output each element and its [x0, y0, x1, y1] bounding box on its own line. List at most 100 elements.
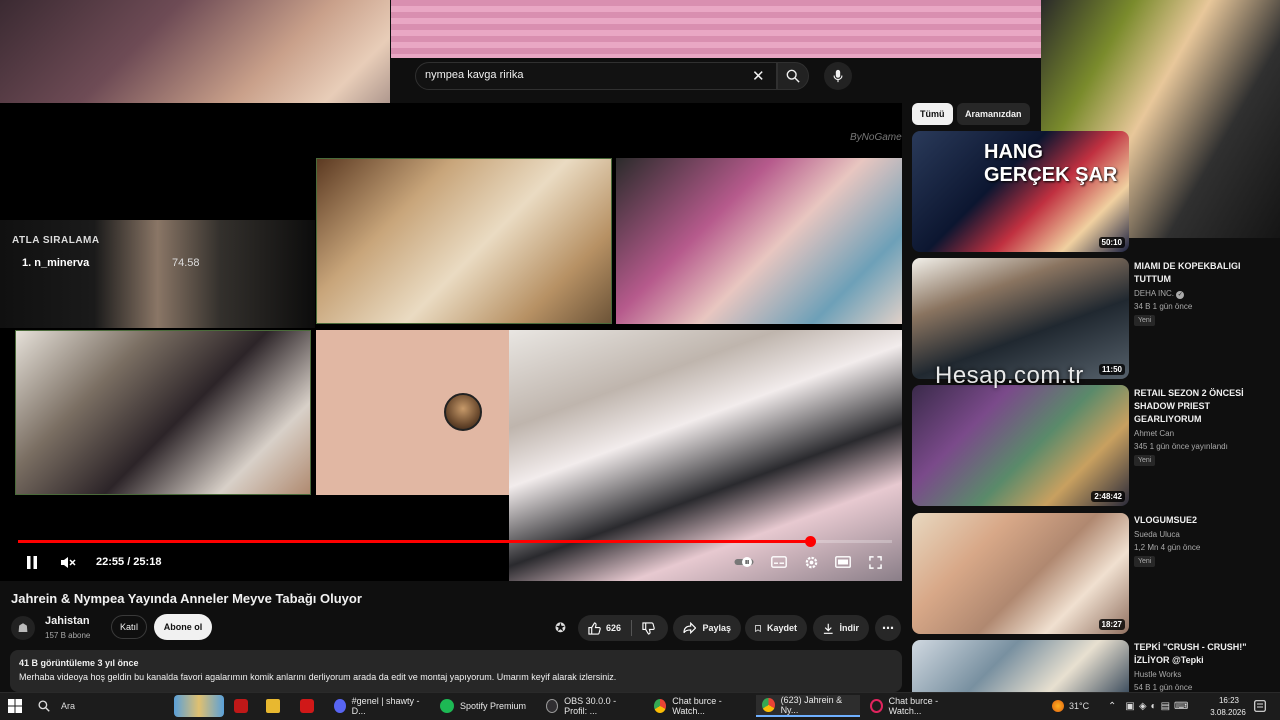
- channel-name[interactable]: Jahistan: [45, 615, 90, 627]
- share-label: Paylaş: [702, 623, 731, 633]
- chrome-icon: [762, 698, 775, 712]
- taskbar-app-discord[interactable]: #genel | shawty - D...: [328, 695, 428, 717]
- recommended-thumbnail[interactable]: 18:27: [912, 513, 1129, 634]
- description-box[interactable]: [10, 650, 902, 692]
- download-label: İndir: [839, 623, 860, 633]
- progress-scrubber[interactable]: [805, 536, 816, 547]
- pause-button[interactable]: [18, 551, 46, 573]
- weather-widget[interactable]: 31°C: [1052, 695, 1089, 717]
- discord-icon: [334, 699, 346, 713]
- media-app[interactable]: [300, 695, 314, 717]
- start-button[interactable]: [8, 695, 22, 717]
- clock-time[interactable]: 16:23: [1207, 696, 1251, 705]
- video-title: Jahrein & Nympea Yayında Anneler Meyve T…: [11, 591, 362, 606]
- recommended-thumbnail[interactable]: 11:50: [912, 258, 1129, 379]
- theater-mode-button[interactable]: [829, 551, 857, 573]
- clock-date[interactable]: 3.08.2026: [1203, 708, 1253, 717]
- recommended-meta: 1,2 Mn 4 gün önce: [1134, 543, 1201, 552]
- video-tile-3: [616, 158, 902, 324]
- recommended-thumbnail[interactable]: [912, 640, 1129, 692]
- download-button[interactable]: İndir: [813, 615, 869, 641]
- verified-icon: ✓: [1176, 291, 1185, 299]
- participant-avatar: [444, 393, 482, 431]
- obs-icon: [546, 699, 559, 713]
- search-button[interactable]: [777, 62, 809, 90]
- subscribe-button[interactable]: Abone ol: [154, 614, 212, 640]
- autoplay-toggle[interactable]: [730, 551, 758, 573]
- overlay-banner: [391, 0, 1041, 58]
- new-badge: Yeni: [1134, 556, 1156, 567]
- autoplay-icon: [734, 557, 754, 567]
- volume-muted-icon: [61, 556, 76, 568]
- recommended-meta: 54 B 1 gün önce: [1134, 683, 1193, 692]
- chip-from-search[interactable]: Aramanızdan: [957, 103, 1030, 125]
- notification-icon: [1254, 700, 1266, 712]
- system-tray[interactable]: ⌃ ▣◈◐▤⌨: [1108, 695, 1192, 717]
- mute-button[interactable]: [54, 551, 82, 573]
- chip-all[interactable]: Tümü: [912, 103, 953, 125]
- folder-icon: [266, 699, 280, 713]
- recommended-meta: 34 B 1 gün önce: [1134, 302, 1193, 311]
- recommended-title[interactable]: RETAIL SEZON 2 ÖNCESİ SHADOW PRIEST GEAR…: [1134, 387, 1269, 426]
- recommended-thumbnail[interactable]: HANG GERÇEK ŞAR 50:10: [912, 131, 1129, 252]
- taskbar-app-chrome-1[interactable]: Chat burce - Watch...: [648, 695, 752, 717]
- like-dislike-group: 626: [578, 615, 668, 641]
- recommended-channel: Hustle Works: [1134, 670, 1182, 679]
- recommended-thumbnail[interactable]: 2:48:42: [912, 385, 1129, 506]
- channel-avatar[interactable]: ☗: [11, 616, 35, 640]
- taskbar-app-label: OBS 30.0.0 - Profil: ...: [564, 696, 617, 716]
- notifications-button[interactable]: [1254, 695, 1266, 717]
- subtitles-button[interactable]: [765, 551, 793, 573]
- widget-button[interactable]: [174, 695, 224, 717]
- description-text: Merhaba videoya hoş geldin bu kanalda fa…: [19, 672, 617, 682]
- thumbs-down-icon: [642, 621, 655, 635]
- taskbar-search[interactable]: Ara: [38, 695, 75, 717]
- taskbar-app-opera[interactable]: Chat burce - Watch...: [864, 695, 968, 717]
- tray-icons: ▣◈◐▤⌨: [1125, 700, 1193, 712]
- fullscreen-button[interactable]: [861, 551, 889, 573]
- fullscreen-icon: [868, 555, 882, 569]
- save-label: Kaydet: [766, 623, 797, 633]
- search-input[interactable]: nympea kavga ririka: [425, 69, 523, 81]
- settings-button[interactable]: [797, 551, 825, 573]
- rank-entry: 1. n_minerva: [22, 257, 90, 269]
- search-icon: [786, 69, 800, 83]
- taskbar-app-chrome-2[interactable]: (623) Jahrein & Ny...: [756, 695, 860, 717]
- share-button[interactable]: Paylaş: [673, 615, 741, 641]
- share-icon: [683, 622, 697, 634]
- save-button[interactable]: Kaydet: [745, 615, 807, 641]
- recommended-channel: Sueda Uluca: [1134, 530, 1180, 539]
- taskbar-app-obs[interactable]: OBS 30.0.0 - Profil: ...: [540, 695, 644, 717]
- recommended-title[interactable]: TEPKİ "CRUSH - CRUSH!" İZLİYOR @Tepki: [1134, 641, 1269, 667]
- progress-bar-fill: [18, 540, 810, 543]
- microphone-icon: [833, 69, 843, 83]
- video-duration: 50:10: [1098, 237, 1125, 248]
- more-icon: ⋯: [882, 621, 894, 635]
- clear-search-icon[interactable]: ✕: [752, 67, 765, 85]
- recommended-title[interactable]: VLOGUMSUE2: [1134, 514, 1269, 527]
- dislike-button[interactable]: [642, 621, 655, 635]
- acrobat-app[interactable]: [234, 695, 248, 717]
- thumbs-up-icon: [588, 621, 601, 635]
- recommended-channel: DEHA INC. ✓: [1134, 289, 1185, 299]
- thumbnail-text: HANG GERÇEK ŞAR: [984, 141, 1118, 186]
- media-icon: [300, 699, 314, 713]
- opera-icon: [870, 699, 883, 713]
- join-button[interactable]: Katıl: [111, 615, 147, 639]
- acrobat-icon: [234, 699, 248, 713]
- temperature: 31°C: [1069, 701, 1090, 711]
- gift-icon[interactable]: ✪: [555, 620, 566, 636]
- file-explorer-app[interactable]: [266, 695, 280, 717]
- rank-score: 74.58: [172, 257, 200, 269]
- taskbar-app-spotify[interactable]: Spotify Premium: [434, 695, 534, 717]
- like-button[interactable]: 626: [588, 621, 621, 635]
- more-actions-button[interactable]: ⋯: [875, 615, 901, 641]
- video-tile-4: [15, 330, 311, 495]
- taskbar-app-label: Chat burce - Watch...: [672, 696, 722, 716]
- spotify-icon: [440, 699, 454, 713]
- recommended-channel: Ahmet Can: [1134, 429, 1175, 438]
- voice-search-button[interactable]: [824, 62, 852, 90]
- recommended-title[interactable]: MIAMI DE KOPEKBALIGI TUTTUM: [1134, 260, 1269, 286]
- tray-chevron-icon: ⌃: [1108, 700, 1121, 712]
- rank-title: ATLA SIRALAMA: [12, 235, 100, 246]
